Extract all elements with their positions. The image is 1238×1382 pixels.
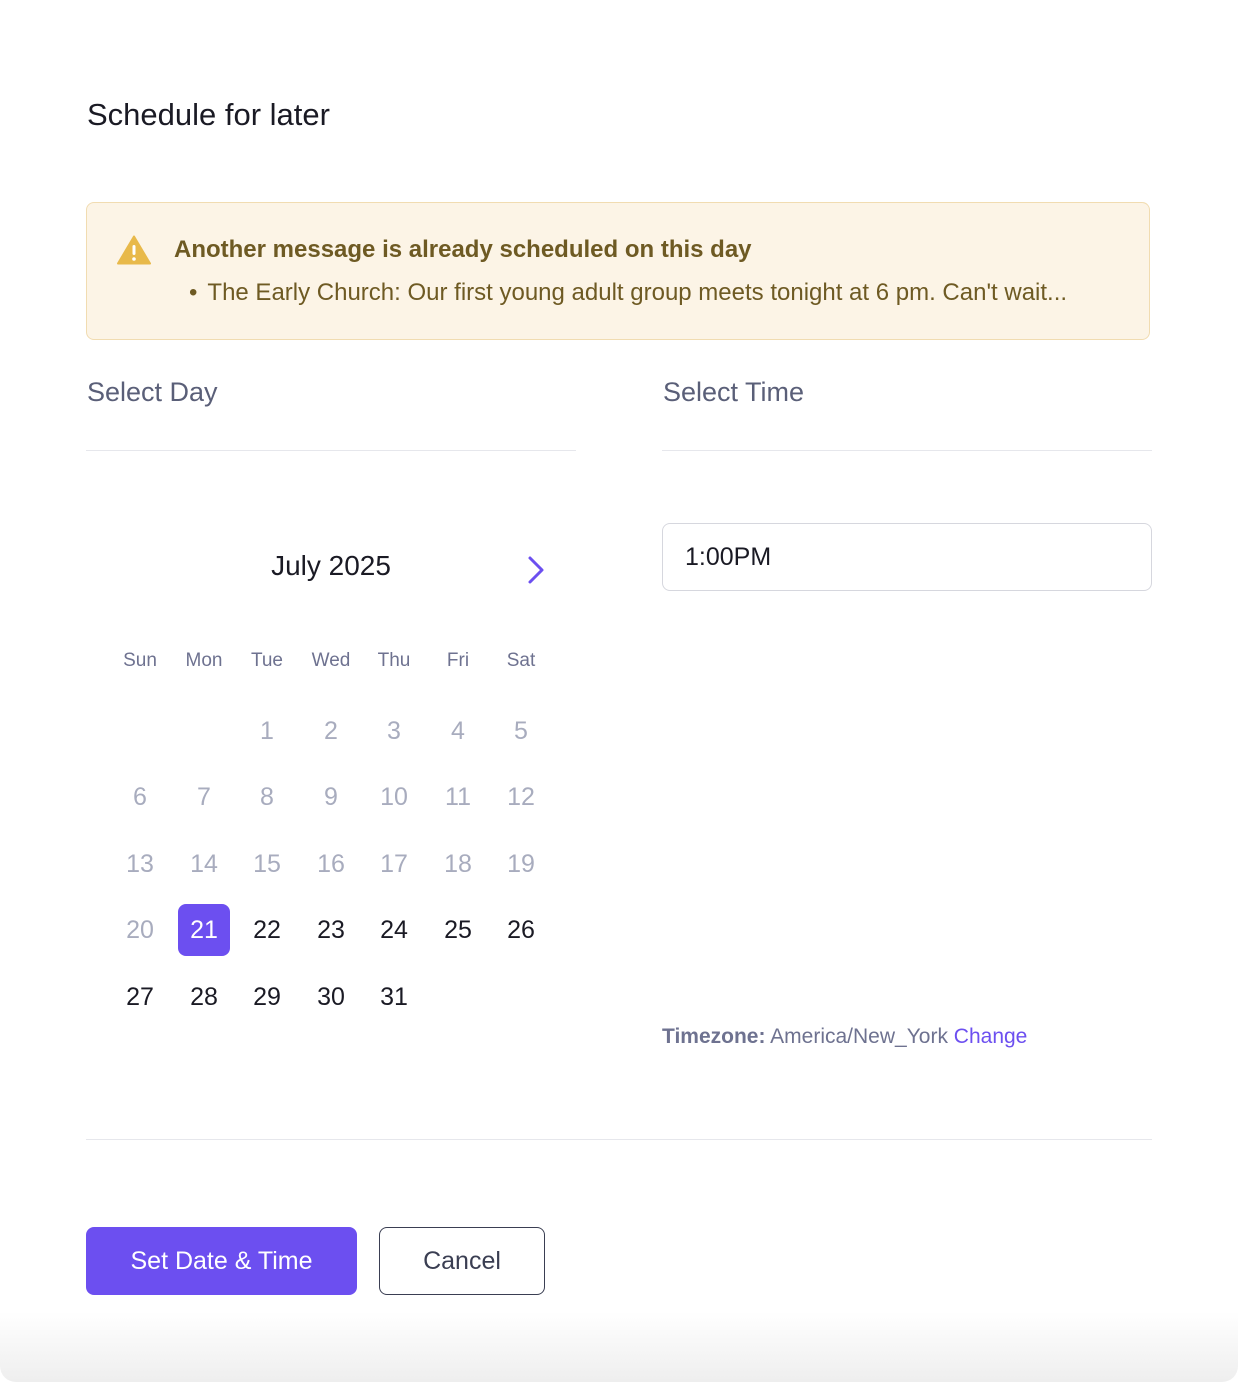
calendar-day: 10 [380, 783, 408, 811]
calendar-day[interactable]: 23 [305, 904, 357, 956]
calendar-day[interactable]: 22 [241, 904, 293, 956]
time-input[interactable] [662, 523, 1152, 591]
calendar-day: 6 [133, 783, 147, 811]
weekday-fri: Fri [446, 650, 470, 671]
schedule-dialog: Schedule for later Another message is al… [0, 0, 1238, 1382]
calendar-day: 17 [380, 850, 408, 878]
calendar-day[interactable]: 31 [368, 971, 420, 1023]
weekday-mon: Mon [185, 650, 223, 671]
alert-list-item: • The Early Church: Our first young adult… [189, 277, 1067, 309]
calendar-day[interactable]: 26 [495, 904, 547, 956]
calendar-day: 4 [451, 717, 465, 745]
calendar-day[interactable]: 29 [241, 971, 293, 1023]
time-divider [662, 450, 1152, 451]
alert-item-text: The Early Church: Our first young adult … [207, 279, 1068, 306]
chevron-right-icon[interactable] [518, 553, 552, 587]
schedule-conflict-alert: Another message is already scheduled on … [86, 202, 1150, 340]
timezone-value: America/New_York [770, 1025, 948, 1048]
calendar-day: 14 [190, 850, 218, 878]
weekday-thu: Thu [377, 650, 411, 671]
calendar-day: 15 [253, 850, 281, 878]
calendar-day: 19 [507, 850, 535, 878]
calendar-day: 8 [260, 783, 274, 811]
calendar-day: 2 [324, 717, 338, 745]
calendar-day[interactable]: 27 [114, 971, 166, 1023]
calendar-day: 5 [514, 717, 528, 745]
select-time-label: Select Time [663, 377, 805, 407]
weekday-sat: Sat [506, 650, 536, 671]
warning-icon [117, 235, 151, 265]
calendar-month-label: July 2025 [271, 550, 391, 581]
calendar-day[interactable]: 25 [432, 904, 484, 956]
calendar-day: 20 [126, 916, 154, 944]
footer-divider [86, 1139, 1152, 1140]
timezone-label: Timezone: [662, 1025, 766, 1048]
calendar-day-selected[interactable]: 21 [178, 904, 230, 956]
calendar-day: 12 [507, 783, 535, 811]
weekday-sun: Sun [123, 650, 157, 671]
calendar-day: 9 [324, 783, 338, 811]
calendar-day[interactable]: 30 [305, 971, 357, 1023]
calendar-day: 18 [444, 850, 472, 878]
modal-bottom-shadow [0, 1312, 1238, 1382]
set-date-time-button[interactable]: Set Date & Time [86, 1227, 357, 1295]
timezone-info: Timezone: America/New_York Change [662, 1023, 1027, 1051]
alert-title: Another message is already scheduled on … [174, 236, 752, 263]
day-divider [86, 450, 576, 451]
select-day-label: Select Day [87, 377, 218, 407]
calendar-day: 11 [445, 783, 471, 811]
calendar-day: 16 [317, 850, 345, 878]
weekday-wed: Wed [311, 650, 351, 671]
calendar-day[interactable]: 28 [178, 971, 230, 1023]
calendar-day[interactable]: 24 [368, 904, 420, 956]
calendar-day: 7 [197, 783, 211, 811]
cancel-button[interactable]: Cancel [379, 1227, 545, 1295]
dialog-title: Schedule for later [87, 97, 330, 132]
calendar-day: 3 [387, 717, 401, 745]
timezone-change-link[interactable]: Change [954, 1025, 1028, 1048]
calendar-day: 13 [126, 850, 154, 878]
weekday-tue: Tue [250, 650, 284, 671]
bullet: • [189, 279, 198, 306]
calendar-day: 1 [260, 717, 274, 745]
